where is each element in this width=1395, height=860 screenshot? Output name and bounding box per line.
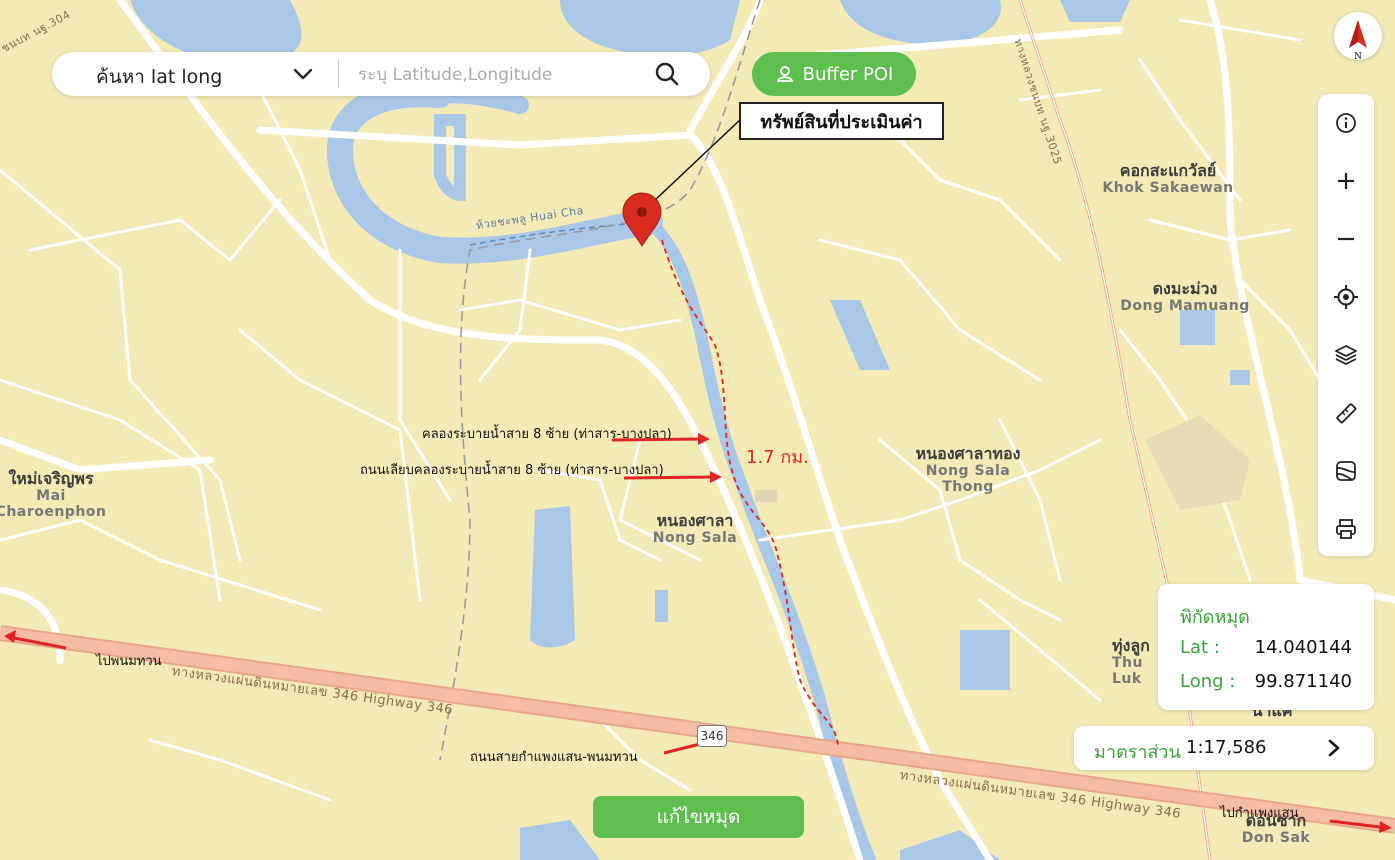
- zoom-in-icon: [1338, 173, 1354, 189]
- zoom-out-button[interactable]: [1318, 210, 1374, 268]
- map-style-icon: [1336, 461, 1356, 481]
- long-label: Long :: [1180, 671, 1236, 692]
- ruler-icon: [1336, 403, 1357, 424]
- building-small: [755, 490, 777, 502]
- buffer-poi-label: Buffer POI: [802, 63, 894, 85]
- scale-panel[interactable]: มาตราส่วน 1:17,586: [1074, 726, 1374, 770]
- lat-value: 14.040144: [1254, 637, 1352, 658]
- search-input[interactable]: [356, 60, 650, 90]
- locate-icon: [1334, 285, 1358, 309]
- map-style-button[interactable]: [1318, 442, 1374, 500]
- asset-callout: ทรัพย์สินที่ประเมินค่า: [739, 102, 944, 140]
- compass-button[interactable]: N: [1334, 12, 1382, 62]
- coordinate-panel: พิกัดหมุด Lat : 14.040144 Long : 99.8711…: [1158, 584, 1374, 710]
- north-letter: N: [1354, 52, 1362, 60]
- search-icon[interactable]: [652, 60, 682, 88]
- long-value: 99.871140: [1254, 671, 1352, 692]
- place-thung-luk: ทุ่งลูก Thu Luk: [1112, 636, 1150, 688]
- scale-label: มาตราส่วน: [1094, 742, 1181, 763]
- place-dong-mamuang: ดงมะม่วง Dong Mamuang: [1120, 279, 1250, 315]
- info-button[interactable]: [1318, 94, 1374, 152]
- print-icon: [1336, 519, 1356, 539]
- user-icon: [776, 66, 793, 82]
- lat-label: Lat :: [1180, 637, 1220, 658]
- scale-value: 1:17,586: [1186, 737, 1267, 758]
- place-nong-sala-thong: หนองศาลาทอง Nong Sala Thong: [915, 444, 1021, 496]
- print-button[interactable]: [1318, 500, 1374, 558]
- canal-annotation: คลองระบายน้ำสาย 8 ซ้าย (ท่าสาร-บางปลา): [422, 427, 672, 442]
- zoom-out-icon: [1338, 237, 1354, 241]
- coordinate-title: พิกัดหมุด: [1180, 607, 1250, 628]
- locate-button[interactable]: [1318, 268, 1374, 326]
- search-divider: [338, 60, 339, 88]
- north-arrow-icon: N: [1349, 20, 1367, 62]
- place-khok-sakaewan: คอกสะแกวัลย์ Khok Sakaewan: [1102, 161, 1234, 197]
- chevron-down-icon[interactable]: [292, 64, 314, 84]
- chevron-right-icon[interactable]: [1324, 738, 1344, 758]
- layers-button[interactable]: [1318, 326, 1374, 384]
- main-road-annotation: ถนนสายกำแพงแสน-พนมทวน: [470, 750, 638, 765]
- layers-icon: [1335, 345, 1357, 365]
- place-mai-charoenphon: ใหม่เจริญพร Mai Charoenphon: [0, 469, 107, 521]
- edit-pin-button[interactable]: แก้ไขหมุด: [593, 796, 804, 838]
- place-nong-sala: หนองศาลา Nong Sala: [652, 511, 738, 547]
- info-icon: [1336, 113, 1356, 133]
- canal-road-annotation: ถนนเลียบคลองระบายน้ำสาย 8 ซ้าย (ท่าสาร-บ…: [360, 463, 664, 478]
- distance-label: 1.7 กม.: [746, 447, 809, 468]
- map-toolbar: [1318, 94, 1374, 556]
- ruler-button[interactable]: [1318, 384, 1374, 442]
- to-phanom-thuan-label: ไปพนมทวน: [96, 654, 162, 669]
- zoom-in-button[interactable]: [1318, 152, 1374, 210]
- search-bar: ค้นหา lat long: [52, 52, 710, 96]
- search-mode-select[interactable]: ค้นหา lat long: [96, 62, 222, 92]
- highway-shield: 346: [697, 725, 727, 747]
- buffer-poi-button[interactable]: Buffer POI: [752, 52, 916, 96]
- to-kamphaeng-saen-label: ไปกำแพงแสน: [1220, 806, 1299, 821]
